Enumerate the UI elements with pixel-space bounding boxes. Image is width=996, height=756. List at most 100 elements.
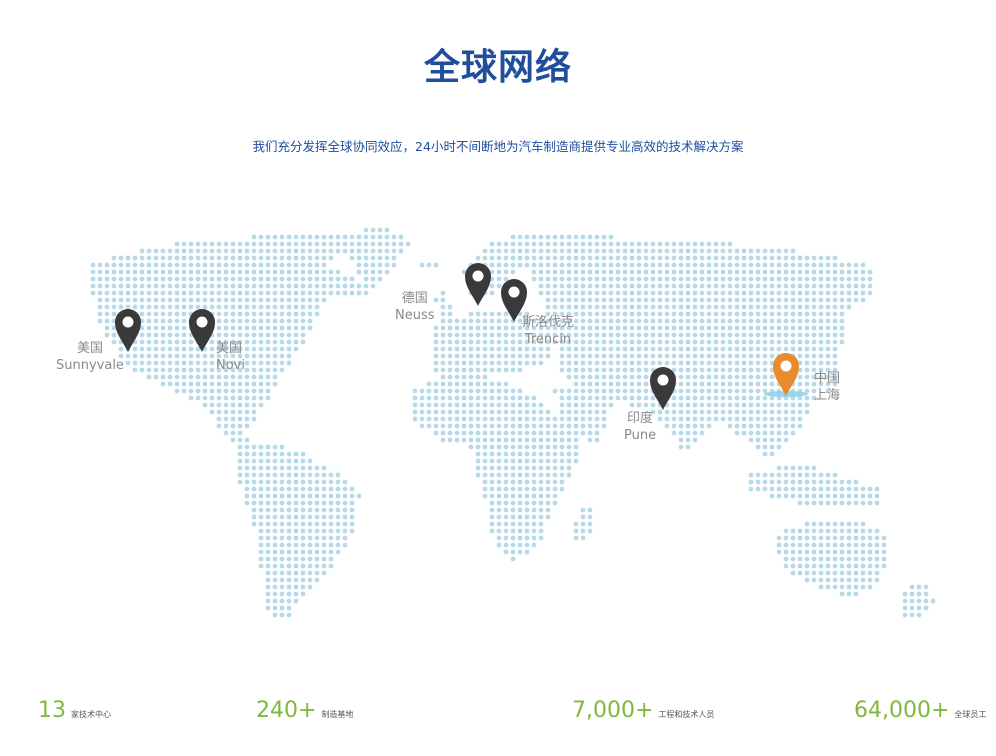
map-dot — [713, 416, 719, 422]
map-dot — [314, 248, 320, 254]
map-dot — [279, 556, 285, 562]
map-dot — [524, 493, 530, 499]
map-dot — [447, 437, 453, 443]
map-dot — [818, 542, 824, 548]
map-dot — [811, 311, 817, 317]
map-dot — [160, 304, 166, 310]
map-dot — [874, 493, 880, 499]
map-dot — [790, 269, 796, 275]
map-dot — [699, 367, 705, 373]
map-dot — [678, 304, 684, 310]
map-dot — [734, 269, 740, 275]
map-dot — [454, 430, 460, 436]
map-dot — [510, 388, 516, 394]
map-dot — [293, 584, 299, 590]
map-dot — [825, 535, 831, 541]
map-dot — [832, 297, 838, 303]
map-dot — [503, 360, 509, 366]
map-dot — [804, 465, 810, 471]
map-dot — [468, 423, 474, 429]
map-dot — [531, 262, 537, 268]
map-pin-highlight-icon-shanghai[interactable] — [773, 353, 799, 396]
map-dot — [636, 248, 642, 254]
map-dot — [433, 381, 439, 387]
map-dot — [692, 430, 698, 436]
map-dot — [237, 374, 243, 380]
map-dot — [727, 374, 733, 380]
map-dot — [706, 416, 712, 422]
map-dot — [678, 318, 684, 324]
map-dot — [118, 297, 124, 303]
map-dot — [769, 381, 775, 387]
map-dot — [293, 451, 299, 457]
map-dot — [272, 325, 278, 331]
map-dot — [580, 290, 586, 296]
map-dot — [559, 388, 565, 394]
map-dot — [874, 570, 880, 576]
map-dot — [440, 332, 446, 338]
map-dot — [580, 276, 586, 282]
map-dot — [853, 556, 859, 562]
map-dot — [132, 367, 138, 373]
map-dot — [594, 402, 600, 408]
map-dot — [622, 332, 628, 338]
map-dot — [181, 304, 187, 310]
map-dot — [531, 486, 537, 492]
map-pin-icon-novi[interactable] — [189, 309, 215, 352]
map-dot — [503, 262, 509, 268]
map-dot — [496, 402, 502, 408]
map-dot — [363, 290, 369, 296]
map-dot — [678, 283, 684, 289]
map-dot — [587, 325, 593, 331]
map-dot — [503, 465, 509, 471]
map-dot — [678, 409, 684, 415]
map-dot — [489, 325, 495, 331]
map-dot — [783, 339, 789, 345]
map-dot — [139, 332, 145, 338]
map-dot — [587, 248, 593, 254]
map-dot — [475, 430, 481, 436]
map-dot — [545, 255, 551, 261]
map-dot — [720, 416, 726, 422]
map-dot — [755, 248, 761, 254]
map-dot — [867, 570, 873, 576]
map-dot — [671, 430, 677, 436]
map-dot — [300, 458, 306, 464]
map-dot — [538, 360, 544, 366]
map-dot — [237, 297, 243, 303]
map-dot — [783, 486, 789, 492]
map-dot — [265, 248, 271, 254]
map-dot — [755, 290, 761, 296]
map-dot — [797, 318, 803, 324]
map-dot — [251, 444, 257, 450]
map-dot — [286, 535, 292, 541]
map-dot — [195, 241, 201, 247]
map-dot — [174, 353, 180, 359]
map-dot — [671, 339, 677, 345]
map-dot — [454, 437, 460, 443]
map-dot — [503, 444, 509, 450]
map-dot — [265, 521, 271, 527]
map-dot — [412, 388, 418, 394]
map-dot — [587, 402, 593, 408]
map-dot — [790, 479, 796, 485]
map-dot — [790, 528, 796, 534]
map-dot — [118, 262, 124, 268]
map-pin-icon-neuss[interactable] — [465, 263, 491, 306]
map-dot — [692, 318, 698, 324]
map-dot — [559, 248, 565, 254]
map-dot — [797, 402, 803, 408]
map-dot — [839, 542, 845, 548]
map-dot — [622, 381, 628, 387]
map-dot — [237, 458, 243, 464]
map-dot — [244, 416, 250, 422]
map-dot — [867, 500, 873, 506]
map-dot — [594, 353, 600, 359]
map-dot — [839, 591, 845, 597]
map-dot — [174, 283, 180, 289]
map-dot — [524, 507, 530, 513]
map-dot — [643, 311, 649, 317]
map-dot — [433, 395, 439, 401]
map-dot — [223, 304, 229, 310]
map-dot — [125, 353, 131, 359]
